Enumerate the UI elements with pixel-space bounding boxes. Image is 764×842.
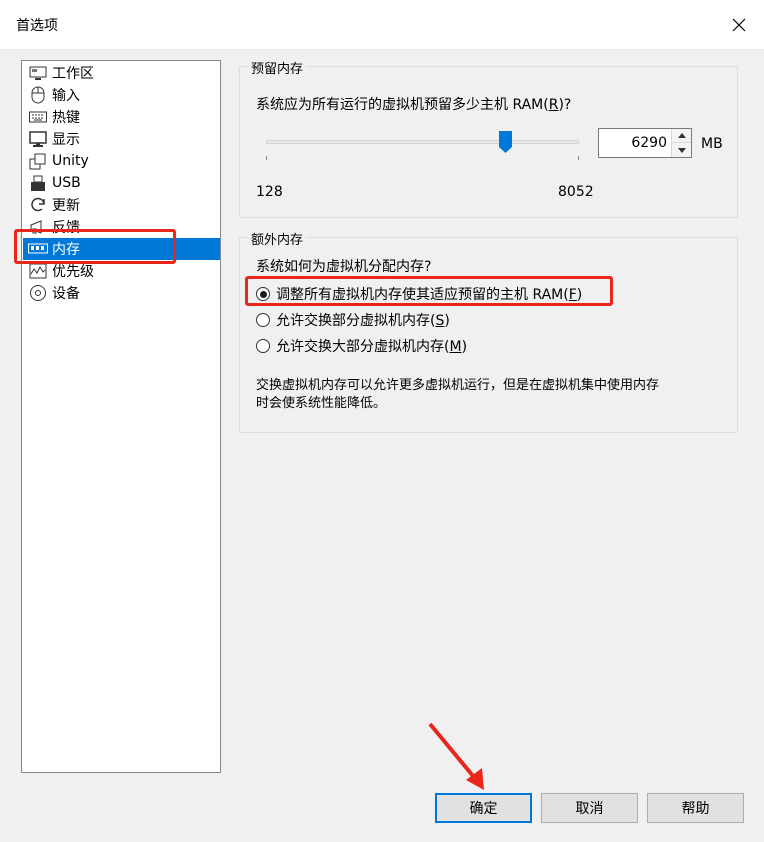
close-icon xyxy=(732,18,746,32)
slider-thumb[interactable] xyxy=(499,131,512,154)
nav-item-workspace[interactable]: 工作区 xyxy=(23,62,220,84)
spin-buttons xyxy=(671,129,691,157)
ok-button[interactable]: 确定 xyxy=(435,793,532,823)
mouse-icon xyxy=(27,85,49,105)
nav-item-label: USB xyxy=(52,175,81,191)
nav-item-unity[interactable]: Unity xyxy=(23,150,220,172)
extra-memory-note-line1: 交换虚拟机内存可以允许更多虚拟机运行，但是在虚拟机集中使用内存 xyxy=(256,378,660,393)
radio-button[interactable] xyxy=(256,313,270,327)
nav-item-label: 输入 xyxy=(52,88,80,104)
nav-item-label: 热键 xyxy=(52,110,80,126)
help-button[interactable]: 帮助 xyxy=(647,793,744,823)
nav-item-label: 优先级 xyxy=(52,264,94,280)
nav-item-devices[interactable]: 设备 xyxy=(23,282,220,304)
priority-graph-icon xyxy=(27,261,49,281)
nav-item-hotkeys[interactable]: 热键 xyxy=(23,106,220,128)
nav-item-display[interactable]: 显示 xyxy=(23,128,220,150)
nav-item-usb[interactable]: USB xyxy=(23,172,220,194)
reserved-memory-slider[interactable] xyxy=(266,140,579,144)
nav-item-updates[interactable]: 更新 xyxy=(23,194,220,216)
nav-item-label: 更新 xyxy=(52,198,80,214)
reserved-memory-spinbox[interactable]: 6290 xyxy=(598,128,692,158)
refresh-icon xyxy=(27,195,49,215)
nav-item-label: 设备 xyxy=(52,286,80,302)
radio-button[interactable] xyxy=(256,339,270,353)
annotation-arrow xyxy=(428,722,484,790)
nav-item-label: 工作区 xyxy=(52,66,94,82)
title-bar: 首选项 xyxy=(0,0,764,50)
memory-unit-label: MB xyxy=(701,136,723,152)
slider-max-label: 8052 xyxy=(558,184,594,200)
radio-swap-some[interactable]: 允许交换部分虚拟机内存(S) xyxy=(256,310,450,330)
workspace-icon xyxy=(27,63,49,83)
device-disc-icon xyxy=(27,283,49,303)
annotation-highlight-memory xyxy=(14,229,176,264)
monitor-icon xyxy=(27,129,49,149)
nav-item-input[interactable]: 输入 xyxy=(23,84,220,106)
nav-item-label: 显示 xyxy=(52,132,80,148)
keyboard-icon xyxy=(27,107,49,127)
chevron-down-icon xyxy=(677,147,686,153)
spin-down-button[interactable] xyxy=(672,143,691,157)
usb-icon xyxy=(27,173,49,193)
annotation-highlight-option xyxy=(245,276,613,306)
slider-min-label: 128 xyxy=(256,184,283,200)
window-title: 首选项 xyxy=(16,18,58,34)
reserved-memory-question: 系统应为所有运行的虚拟机预留多少主机 RAM(R)? xyxy=(256,97,572,113)
radio-swap-most[interactable]: 允许交换大部分虚拟机内存(M) xyxy=(256,336,467,356)
extra-memory-note-line2: 时会使系统性能降低。 xyxy=(256,396,387,411)
extra-memory-label: 额外内存 xyxy=(248,229,307,248)
chevron-up-icon xyxy=(677,133,686,138)
unity-windows-icon xyxy=(27,151,49,171)
cancel-button[interactable]: 取消 xyxy=(541,793,638,823)
reserved-memory-label: 预留内存 xyxy=(248,58,307,77)
reserved-memory-value[interactable]: 6290 xyxy=(599,129,671,157)
preferences-nav-list: 工作区 输入 热键 显示 Unity USB 更新 反馈 内存 优先级 设备 xyxy=(21,60,221,773)
extra-memory-question: 系统如何为虚拟机分配内存? xyxy=(256,259,432,275)
close-button[interactable] xyxy=(714,0,764,50)
slider-ticks xyxy=(266,156,579,160)
nav-item-label: Unity xyxy=(52,153,89,169)
spin-up-button[interactable] xyxy=(672,129,691,143)
